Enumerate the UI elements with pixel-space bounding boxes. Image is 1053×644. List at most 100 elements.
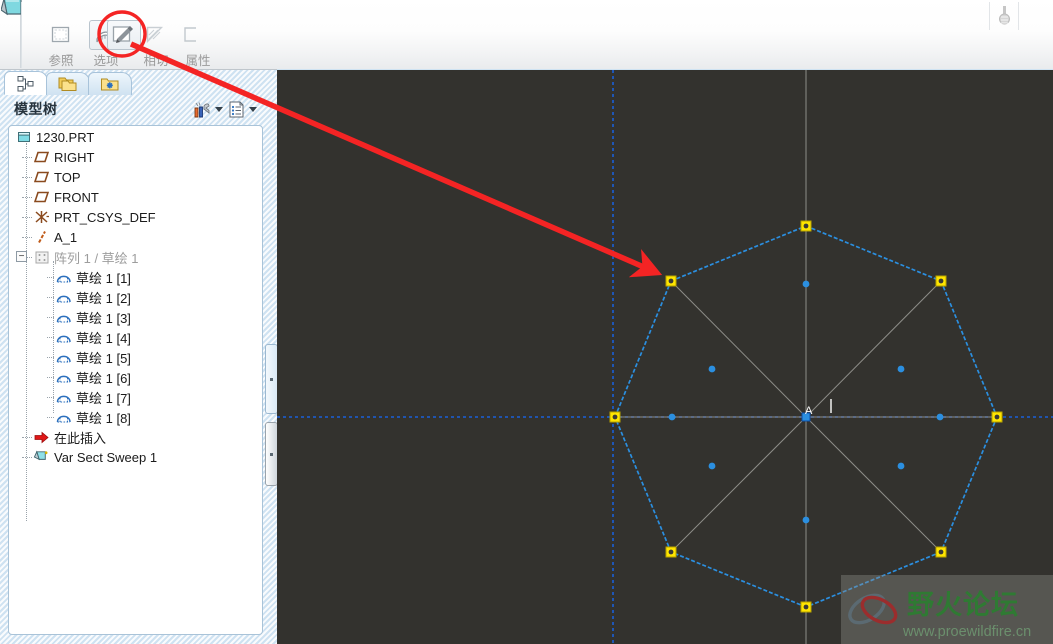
sketch-button[interactable]: [107, 20, 141, 50]
tab-model-tree[interactable]: [4, 71, 48, 95]
tangency-hatch-icon: [146, 26, 164, 44]
tree-item-6[interactable]: 阵列 1 / 草绘 1: [33, 247, 139, 267]
properties-bracket-icon: [184, 27, 196, 42]
tree-item-label: 草绘 1 [6]: [76, 370, 131, 386]
folder-stack-icon: [58, 77, 77, 91]
tree-item-16[interactable]: Var Sect Sweep 1: [33, 447, 157, 467]
tangency-label: 相切: [143, 54, 169, 68]
midpoint-marker-2: [936, 413, 944, 421]
watermark-text: 野火论坛: [907, 590, 1019, 621]
watermark-url: www.proewildfire.cn: [903, 624, 1032, 640]
tree-item-0[interactable]: 1230.PRT: [15, 127, 94, 147]
tree-item-7[interactable]: 草绘 1 [1]: [55, 267, 131, 287]
navigator-tabs: [0, 70, 277, 95]
sketch-arc-icon: [55, 329, 72, 345]
construction-line-1: [805, 280, 942, 418]
favorites-folder-icon: [101, 78, 119, 91]
tree-item-1[interactable]: RIGHT: [33, 147, 94, 167]
tree-item-11[interactable]: 草绘 1 [5]: [55, 347, 131, 367]
tree-item-5[interactable]: A_1: [33, 227, 77, 247]
tree-expander[interactable]: −: [16, 251, 27, 262]
sketch-edge-1: [940, 280, 998, 418]
cad-geometry: A: [277, 70, 1053, 644]
tree-item-8[interactable]: 草绘 1 [2]: [55, 287, 131, 307]
tree-item-13[interactable]: 草绘 1 [7]: [55, 387, 131, 407]
toolbar-right-tool[interactable]: [989, 2, 1019, 30]
tree-item-2[interactable]: TOP: [33, 167, 81, 187]
sketch-edge-7: [670, 225, 807, 282]
toolbar-divider: [21, 2, 22, 68]
vertex-core-0: [803, 223, 809, 229]
midpoint-marker-5: [708, 462, 716, 470]
vertex-core-3: [938, 549, 944, 555]
forum-logo-icon: [848, 593, 898, 624]
tree-item-14[interactable]: 草绘 1 [8]: [55, 407, 131, 427]
tree-guide: [22, 157, 32, 158]
tree-item-label: 草绘 1 [5]: [76, 350, 131, 366]
midpoint-marker-3: [897, 462, 905, 470]
vertex-core-6: [612, 414, 618, 420]
tab-folder-browser[interactable]: [46, 72, 90, 95]
tree-item-3[interactable]: FRONT: [33, 187, 99, 207]
center-axis-label: A: [805, 405, 813, 417]
properties-button[interactable]: [175, 20, 209, 50]
tree-item-label: 草绘 1 [4]: [76, 330, 131, 346]
tree-guide: [47, 397, 54, 398]
tree-item-9[interactable]: 草绘 1 [3]: [55, 307, 131, 327]
graphics-viewport[interactable]: A 野火论坛 www.proewildfire.cn: [277, 70, 1053, 644]
splitter-grip: [270, 377, 273, 381]
midpoint-marker-0: [802, 280, 810, 288]
toolbar-left-slot: [0, 0, 22, 68]
tree-item-4[interactable]: PRT_CSYS_DEF: [33, 207, 156, 227]
tree-guide: [22, 437, 32, 438]
vertex-core-1: [938, 278, 944, 284]
vertex-core-5: [668, 549, 674, 555]
sketch-arc-icon: [55, 309, 72, 325]
vertex-core-2: [994, 414, 1000, 420]
sketch-arc-icon: [55, 369, 72, 385]
datum-plane-icon: [33, 149, 50, 165]
midpoint-marker-6: [668, 413, 676, 421]
tree-display-tool[interactable]: [228, 99, 257, 119]
insert-here-arrow-icon: [33, 429, 50, 445]
tree-settings-tool[interactable]: [192, 99, 223, 119]
tree-item-label: A_1: [54, 229, 78, 245]
reference-button[interactable]: [44, 20, 78, 50]
tree-item-label: 草绘 1 [7]: [76, 390, 131, 406]
navigator-header: 模型树: [0, 95, 277, 122]
navigator-panel: 模型树 1230.PRT RIGHT TOP FRONT PRT_CSYS_DE…: [0, 70, 278, 644]
sketch-pencil-icon: [112, 26, 133, 43]
datum-axis-icon: [33, 229, 50, 245]
sketch-arc-icon: [55, 349, 72, 365]
tree-item-label: PRT_CSYS_DEF: [54, 209, 156, 225]
tree-guide: [47, 357, 54, 358]
tangency-button[interactable]: [139, 20, 173, 50]
sketch-arc-icon: [55, 269, 72, 285]
navigator-title: 模型树: [14, 101, 58, 117]
coordinate-system-icon: [33, 209, 50, 225]
tree-item-label: 草绘 1 [2]: [76, 290, 131, 306]
tree-guide: [47, 297, 54, 298]
tree-item-10[interactable]: 草绘 1 [4]: [55, 327, 131, 347]
tree-item-label: 草绘 1 [1]: [76, 270, 131, 286]
var-sect-sweep-icon: [33, 449, 50, 465]
vertex-core-4: [803, 604, 809, 610]
tools-wrench-icon: [194, 101, 210, 117]
midpoint-marker-1: [897, 365, 905, 373]
tab-favorites[interactable]: [88, 72, 132, 95]
list-settings-icon: [229, 101, 244, 117]
creo-application-window: 参照 选项 相切 属性 模型树 1230.PRT RIGHT TOP FRONT…: [0, 0, 1053, 644]
tree-item-12[interactable]: 草绘 1 [6]: [55, 367, 131, 387]
grayed-tool-icon: [998, 6, 1010, 25]
dashboard-toolbar: 参照 选项 相切 属性: [0, 0, 1053, 70]
midpoint-marker-4: [802, 516, 810, 524]
tree-item-15[interactable]: 在此插入: [33, 427, 106, 447]
tree-guide: [22, 197, 32, 198]
watermark: 野火论坛 www.proewildfire.cn: [841, 575, 1053, 644]
model-tree[interactable]: 1230.PRT RIGHT TOP FRONT PRT_CSYS_DEF A_1 阵列 1…: [8, 125, 263, 635]
tree-guide: [47, 277, 54, 278]
placement-panel-icon: [51, 26, 70, 43]
construction-line-7: [670, 280, 807, 418]
splitter-grip: [270, 452, 273, 456]
construction-line-3: [805, 416, 942, 553]
